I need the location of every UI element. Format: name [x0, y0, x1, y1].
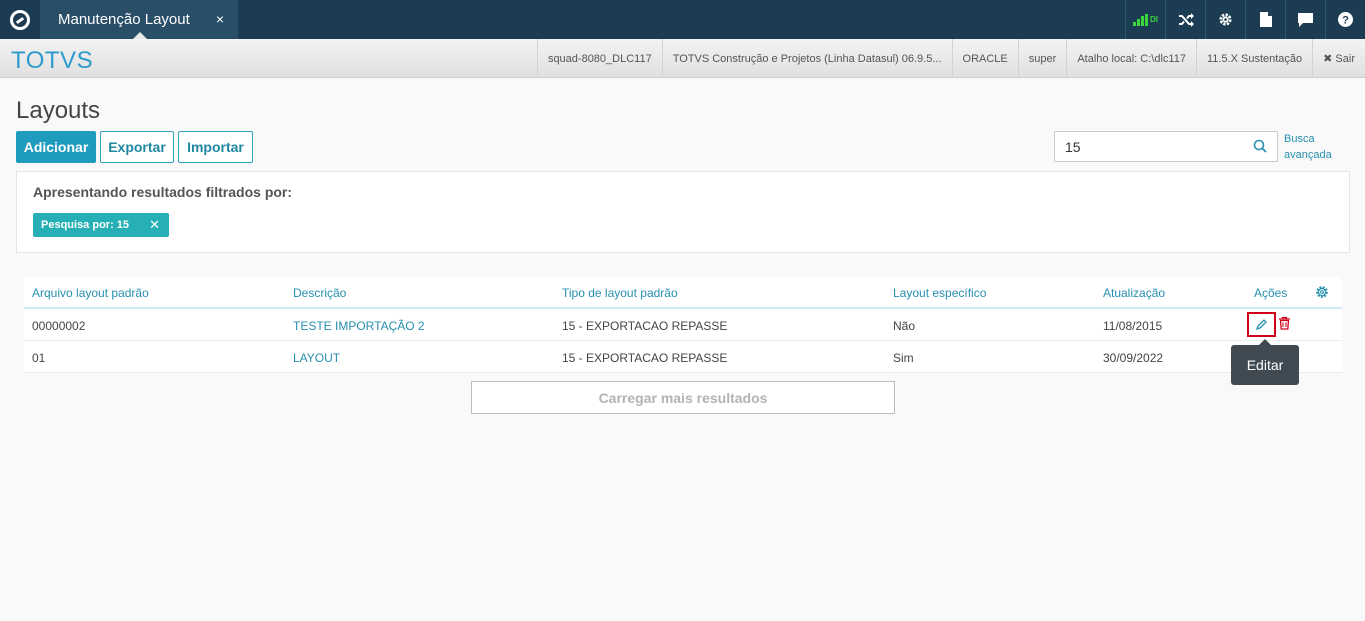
advanced-search-link[interactable]: Busca avançada [1284, 131, 1344, 163]
env-shortcut: Atalho local: C:\dlc117 [1066, 39, 1196, 78]
column-header-arquivo[interactable]: Arquivo layout padrão [32, 286, 149, 300]
svg-text:?: ? [1342, 15, 1349, 27]
filter-chip-label: Pesquisa por: 15 [41, 219, 130, 231]
cell-atualizacao: 30/09/2022 [1103, 351, 1164, 365]
connection-signal-icon[interactable]: DI [1125, 0, 1165, 39]
filter-chip-remove-icon[interactable]: ✕ [149, 217, 160, 233]
column-settings-gear-icon[interactable] [1315, 285, 1329, 299]
env-version: 11.5.X Sustentação [1195, 39, 1312, 78]
cell-descricao-link[interactable]: TESTE IMPORTAÇÃO 2 [293, 319, 425, 333]
add-button[interactable]: Adicionar [16, 131, 96, 163]
cell-arquivo: 00000002 [32, 319, 86, 333]
import-button[interactable]: Importar [178, 131, 253, 163]
layouts-table: Arquivo layout padrão Descrição Tipo de … [24, 277, 1342, 373]
column-header-tipo[interactable]: Tipo de layout padrão [562, 286, 678, 300]
table-row: 01 LAYOUT 15 - EXPORTACAO REPASSE Sim 30… [24, 341, 1342, 373]
load-more-button[interactable]: Carregar mais resultados [471, 381, 895, 414]
top-bar: Manutenção Layout × DI ? [0, 0, 1365, 39]
environment-header: TOTVS squad-8080_DLC117 TOTVS Construção… [0, 39, 1365, 78]
table-header: Arquivo layout padrão Descrição Tipo de … [24, 277, 1342, 309]
env-server: squad-8080_DLC117 [536, 39, 662, 78]
cell-especifico: Sim [893, 351, 914, 365]
edit-tooltip: Editar [1231, 339, 1299, 385]
tab-title: Manutenção Layout [58, 11, 190, 28]
gear-icon[interactable] [1205, 0, 1245, 39]
column-header-acoes: Ações [1254, 286, 1288, 300]
tab-close-icon[interactable]: × [216, 11, 224, 27]
cell-arquivo: 01 [32, 351, 46, 365]
env-database: ORACLE [951, 39, 1018, 78]
document-icon[interactable] [1245, 0, 1285, 39]
chat-icon[interactable] [1285, 0, 1325, 39]
filter-panel: Apresentando resultados filtrados por: P… [16, 171, 1350, 253]
edit-button[interactable] [1247, 312, 1276, 337]
signal-label: DI [1150, 15, 1158, 24]
search-input[interactable] [1055, 132, 1245, 161]
home-logo-icon[interactable] [0, 0, 39, 39]
search-box [1054, 131, 1278, 162]
column-header-atualizacao[interactable]: Atualização [1103, 286, 1165, 300]
export-button[interactable]: Exportar [100, 131, 174, 163]
cell-tipo: 15 - EXPORTACAO REPASSE [562, 351, 728, 365]
help-icon[interactable]: ? [1325, 0, 1365, 39]
delete-trash-icon[interactable] [1278, 316, 1291, 330]
pencil-icon [1255, 319, 1267, 331]
env-user: super [1017, 39, 1067, 78]
tab-manutencao-layout[interactable]: Manutenção Layout × [40, 0, 238, 39]
shuffle-icon[interactable] [1165, 0, 1205, 39]
cell-especifico: Não [893, 319, 916, 333]
page-title: Layouts [16, 97, 101, 124]
filter-chip: Pesquisa por: 15 ✕ [33, 213, 169, 237]
search-icon[interactable] [1253, 139, 1267, 153]
cell-descricao-link[interactable]: LAYOUT [293, 351, 340, 365]
brand-logo: TOTVS [11, 47, 94, 74]
cell-tipo: 15 - EXPORTACAO REPASSE [562, 319, 728, 333]
cell-atualizacao: 11/08/2015 [1103, 319, 1163, 333]
column-header-especifico[interactable]: Layout específico [893, 286, 986, 300]
logout-button[interactable]: ✖ Sair [1312, 39, 1365, 78]
filter-title: Apresentando resultados filtrados por: [33, 184, 293, 200]
table-row: 00000002 TESTE IMPORTAÇÃO 2 15 - EXPORTA… [24, 309, 1342, 341]
env-product: TOTVS Construção e Projetos (Linha Datas… [661, 39, 952, 78]
column-header-descricao[interactable]: Descrição [293, 286, 346, 300]
